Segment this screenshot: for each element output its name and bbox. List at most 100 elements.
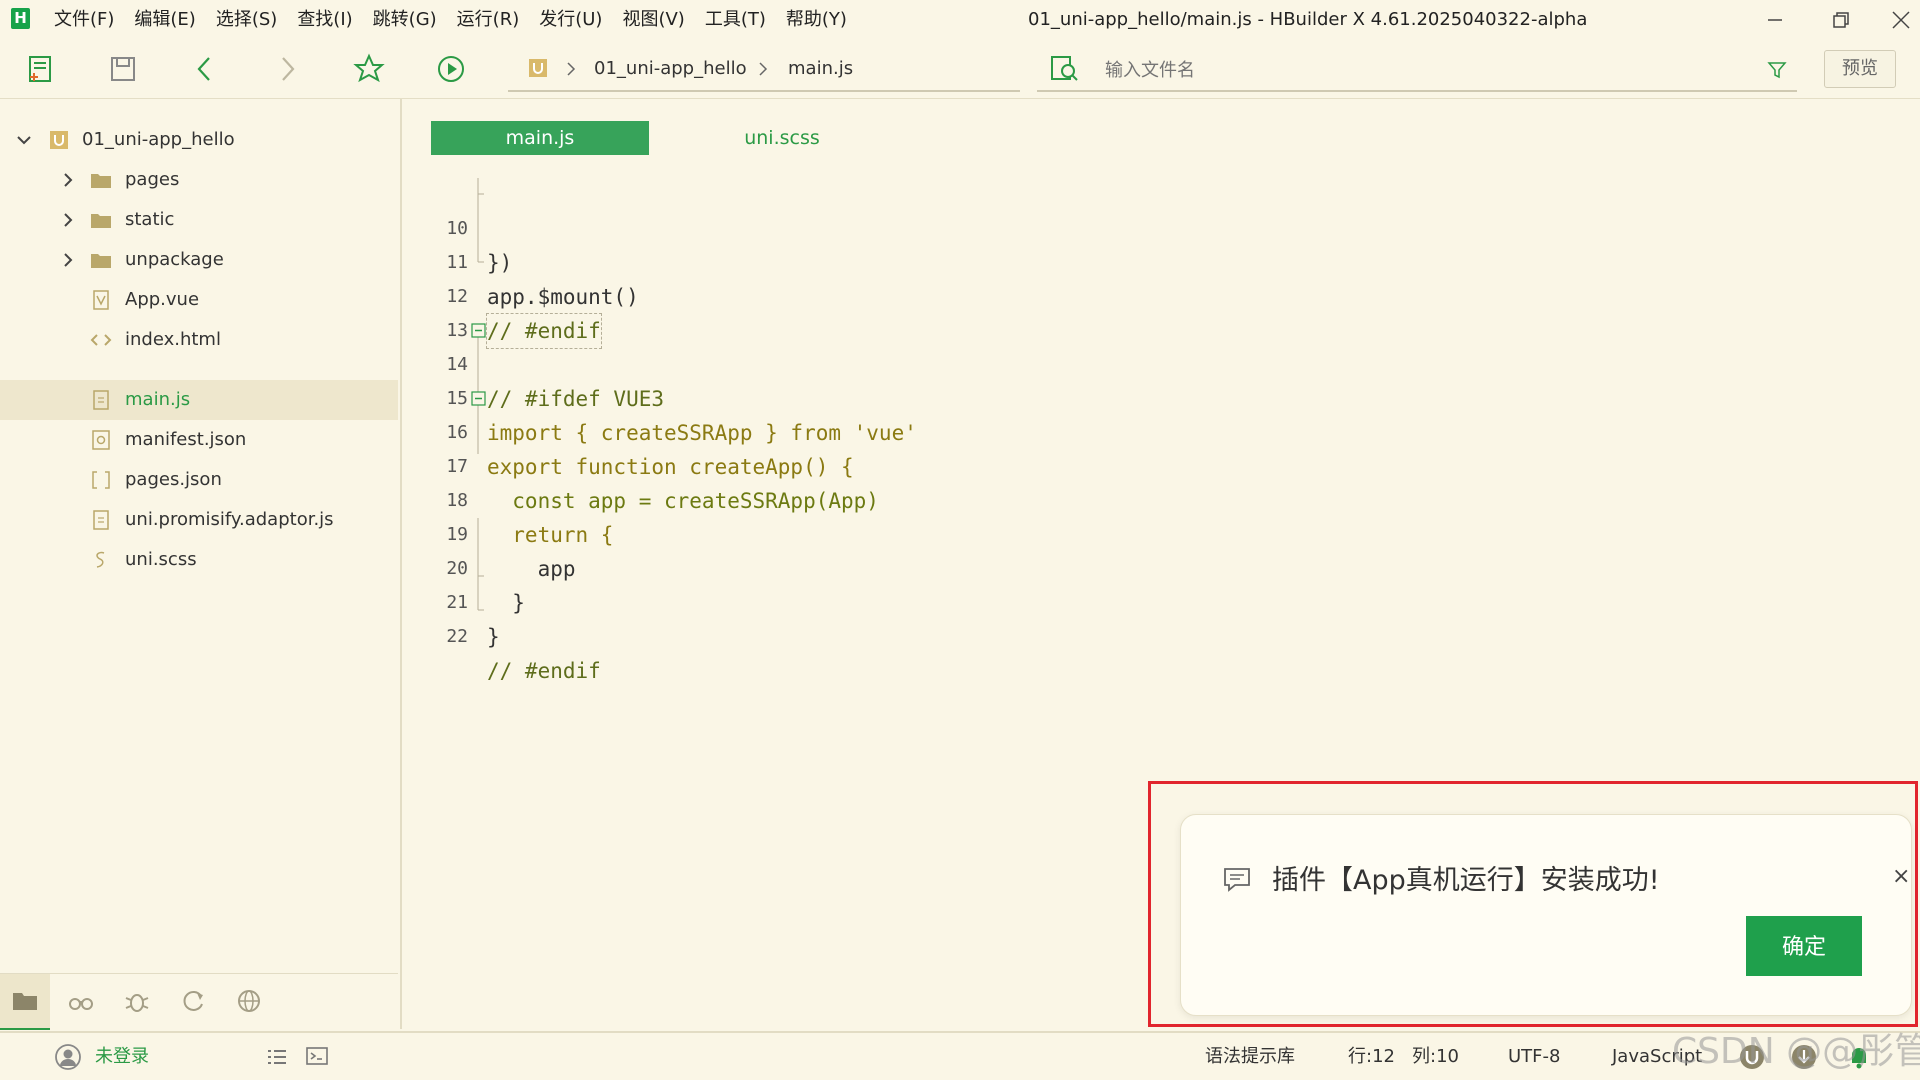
confirm-button[interactable]: 确定 xyxy=(1746,916,1862,976)
breadcrumb-file[interactable]: main.js xyxy=(788,48,853,90)
binoculars-icon[interactable] xyxy=(66,986,96,1016)
menu-view[interactable]: 视图(V) xyxy=(622,0,684,40)
restore-icon[interactable] xyxy=(1826,6,1856,34)
close-icon[interactable]: × xyxy=(1892,864,1910,889)
scss-file-icon xyxy=(96,551,105,568)
tab-main-js[interactable]: main.js xyxy=(431,121,649,155)
status-bar: 未登录 语法提示库 行:12 列:10 UTF-8 JavaScript xyxy=(0,1031,1920,1080)
fold-collapse-icon[interactable] xyxy=(471,323,486,338)
menu-help[interactable]: 帮助(Y) xyxy=(786,0,847,40)
new-file-icon[interactable] xyxy=(24,52,58,86)
cursor-row[interactable]: 行:12 xyxy=(1348,1033,1395,1080)
preview-button[interactable]: 预览 xyxy=(1824,50,1896,88)
syntax-library[interactable]: 语法提示库 xyxy=(1205,1033,1295,1080)
tree-file-uni-promisify[interactable]: uni.promisify.adaptor.js xyxy=(0,500,398,540)
toolbar: 01_uni-app_hello main.js 预览 xyxy=(0,40,1920,98)
chevron-right-icon[interactable] xyxy=(58,210,78,230)
tree-file-uni-scss[interactable]: uni.scss xyxy=(0,540,398,580)
tree-label: uni.promisify.adaptor.js xyxy=(125,509,334,530)
folder-icon[interactable] xyxy=(10,986,40,1016)
file-search-input[interactable] xyxy=(1103,54,1707,86)
folder-icon xyxy=(91,214,111,228)
js-file-icon xyxy=(93,390,109,410)
menu-select[interactable]: 选择(S) xyxy=(216,0,277,40)
code-line: 16 export function createApp() { xyxy=(402,382,853,479)
tree-label: main.js xyxy=(125,389,191,410)
fold-collapse-icon[interactable] xyxy=(471,391,486,406)
tree-file-main-js[interactable]: main.js xyxy=(0,380,398,420)
notification-message: 插件【App真机运行】安装成功! xyxy=(1272,865,1660,896)
forward-icon[interactable] xyxy=(270,52,304,86)
globe-icon[interactable] xyxy=(234,986,264,1016)
code-text: // #endif xyxy=(487,659,601,683)
code-text: app.$mount() xyxy=(487,285,639,309)
back-icon[interactable] xyxy=(188,52,222,86)
breadcrumb-project[interactable]: 01_uni-app_hello xyxy=(594,48,747,90)
minimize-icon[interactable] xyxy=(1760,6,1790,34)
code-text: // #ifdef VUE3 xyxy=(487,387,665,411)
message-icon xyxy=(1224,868,1250,892)
tree-file-pages-json[interactable]: pages.json xyxy=(0,460,398,500)
html-file-icon xyxy=(90,334,112,346)
cursor-column[interactable]: 列:10 xyxy=(1412,1033,1459,1080)
filter-icon[interactable] xyxy=(1767,60,1787,80)
file-search-bar xyxy=(1037,48,1797,92)
watermark: CSDN @@彤管 xyxy=(1672,1031,1920,1072)
terminal-icon[interactable] xyxy=(306,1046,328,1066)
code-line: 17 const app = createSSRApp(App) xyxy=(402,416,879,513)
sidebar-tab-bar xyxy=(0,973,398,1030)
code-line: 14 // #ifdef VUE3 xyxy=(402,314,664,411)
code-line: 13 xyxy=(402,280,468,341)
menu-edit[interactable]: 编辑(E) xyxy=(134,0,195,40)
menu-goto[interactable]: 跳转(G) xyxy=(373,0,437,40)
tree-folder-pages[interactable]: pages xyxy=(0,160,398,200)
menu-tools[interactable]: 工具(T) xyxy=(705,0,766,40)
tree-folder-unpackage[interactable]: unpackage xyxy=(0,240,398,280)
menu-file[interactable]: 文件(F) xyxy=(54,0,114,40)
code-line: 15 import { createSSRApp } from 'vue' xyxy=(402,348,917,445)
save-icon[interactable] xyxy=(106,52,140,86)
code-line: 22 // #endif xyxy=(402,586,600,683)
chevron-right-icon[interactable] xyxy=(58,170,78,190)
tree-project-root[interactable]: 01_uni-app_hello xyxy=(0,120,398,160)
menu-bar: 文件(F) 编辑(E) 选择(S) 查找(I) 跳转(G) 运行(R) 发行(U… xyxy=(54,0,867,40)
chevron-down-icon[interactable] xyxy=(14,130,34,150)
tab-uni-scss[interactable]: uni.scss xyxy=(702,121,862,155)
tree-file-app-vue[interactable]: App.vue xyxy=(0,280,398,320)
tree-label: uni.scss xyxy=(125,549,197,570)
breadcrumb: 01_uni-app_hello main.js xyxy=(508,48,1020,92)
run-icon[interactable] xyxy=(434,52,468,86)
tree-file-manifest-json[interactable]: manifest.json xyxy=(0,420,398,460)
tree-label: 01_uni-app_hello xyxy=(82,129,235,150)
code-line: 12 // #endif xyxy=(402,246,602,349)
line-number: 22 xyxy=(446,626,468,647)
menu-find[interactable]: 查找(I) xyxy=(297,0,352,40)
json-file-icon xyxy=(92,471,110,489)
tree-label: static xyxy=(125,209,175,230)
list-icon[interactable] xyxy=(266,1047,288,1067)
code-text: return { xyxy=(487,523,614,547)
code-line: 10 }) xyxy=(402,178,512,275)
git-refresh-icon[interactable] xyxy=(178,986,208,1016)
debug-bug-icon[interactable] xyxy=(122,986,152,1016)
close-window-icon[interactable] xyxy=(1886,6,1916,34)
code-text: const app = createSSRApp(App) xyxy=(487,489,879,513)
star-icon[interactable] xyxy=(352,52,386,86)
tree-label: App.vue xyxy=(125,289,200,310)
manifest-file-icon xyxy=(92,430,110,450)
tree-label: unpackage xyxy=(125,249,224,270)
code-line: 18 return { xyxy=(402,450,613,547)
notification-toast xyxy=(1180,814,1912,1016)
user-avatar-icon[interactable] xyxy=(54,1043,82,1071)
menu-run[interactable]: 运行(R) xyxy=(457,0,520,40)
login-status[interactable]: 未登录 xyxy=(95,1033,149,1080)
tree-label: pages xyxy=(125,169,180,190)
menu-publish[interactable]: 发行(U) xyxy=(539,0,602,40)
file-search-icon[interactable] xyxy=(1049,54,1081,84)
chevron-right-icon[interactable] xyxy=(58,250,78,270)
file-encoding[interactable]: UTF-8 xyxy=(1508,1033,1560,1080)
tree-file-index-html[interactable]: index.html xyxy=(0,320,398,360)
title-bar: H 文件(F) 编辑(E) 选择(S) 查找(I) 跳转(G) 运行(R) 发行… xyxy=(0,0,1920,40)
tree-folder-static[interactable]: static xyxy=(0,200,398,240)
folder-icon xyxy=(91,254,111,268)
